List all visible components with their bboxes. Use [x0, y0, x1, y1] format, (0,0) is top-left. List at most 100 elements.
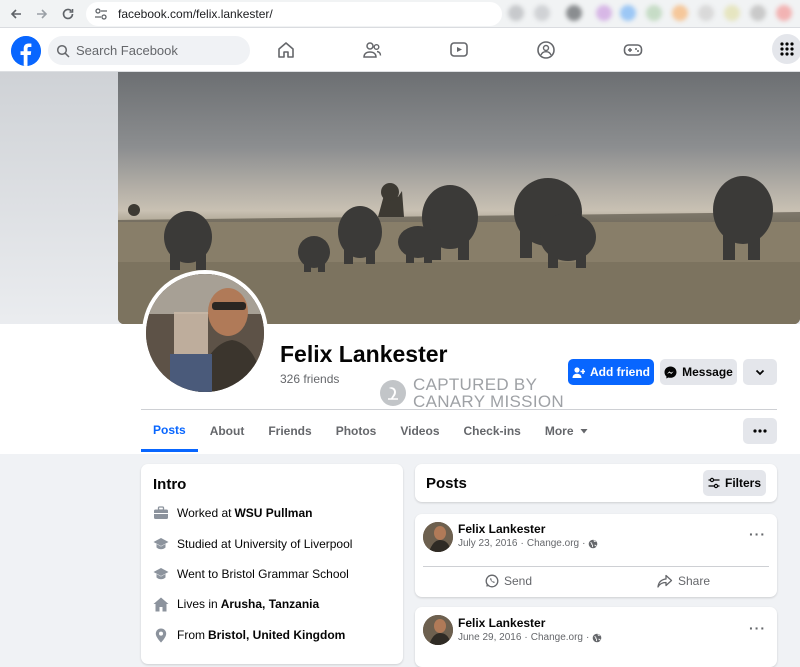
extension-icon[interactable] [596, 5, 612, 21]
post-options-icon[interactable]: ··· [749, 526, 766, 542]
briefcase-icon [153, 505, 169, 521]
posts-title: Posts [426, 475, 467, 492]
avatar[interactable] [146, 274, 264, 392]
profile-name: Felix Lankester [280, 341, 448, 367]
tabs-more-button[interactable] [743, 418, 777, 444]
post-date[interactable]: June 29, 2016 [458, 632, 521, 643]
post-options-icon[interactable]: ··· [749, 620, 766, 636]
post-meta: July 23, 2016 · Change.org · [458, 538, 598, 549]
extension-icon[interactable] [508, 5, 524, 21]
add-person-icon [572, 366, 585, 378]
groups-nav-icon[interactable] [536, 40, 556, 60]
post-meta: June 29, 2016 · Change.org · [458, 632, 602, 643]
extension-icon[interactable] [620, 5, 636, 21]
meta-separator: · [586, 632, 590, 643]
filters-icon [708, 477, 720, 489]
share-button[interactable]: Share [657, 572, 710, 590]
intro-item-from: From Bristol, United Kingdom [153, 627, 345, 643]
address-bar[interactable]: facebook.com/felix.lankester/ [86, 2, 502, 26]
intro-item-highlight[interactable]: Arusha, Tanzania [221, 597, 319, 611]
extension-icon[interactable] [698, 5, 714, 21]
graduation-cap-icon [153, 566, 169, 582]
intro-item-school: Went to Bristol Grammar School [153, 566, 349, 582]
search-input[interactable]: Search Facebook [48, 36, 250, 65]
meta-separator: · [582, 538, 586, 549]
watermark-line-1: CAPTURED BY [413, 375, 538, 394]
intro-item-text: Studied at University of Liverpool [177, 537, 353, 551]
intro-item-university: Studied at University of Liverpool [153, 536, 352, 552]
graduation-cap-icon [153, 536, 169, 552]
watermark: CAPTURED BY CANARY MISSION [379, 376, 564, 410]
tab-photos[interactable]: Photos [324, 410, 389, 452]
filters-label: Filters [724, 476, 761, 490]
send-label: Send [504, 574, 533, 588]
extension-icon[interactable] [750, 5, 766, 21]
url-text: facebook.com/felix.lankester/ [118, 7, 273, 21]
intro-item-prefix: From [177, 628, 205, 642]
back-icon[interactable] [6, 4, 26, 24]
video-nav-icon[interactable] [449, 40, 469, 60]
more-options-button[interactable] [743, 359, 777, 385]
facebook-header: Search Facebook [0, 28, 800, 72]
intro-item-prefix: Worked at [177, 506, 232, 520]
friends-count[interactable]: 326 friends [280, 372, 339, 386]
home-nav-icon[interactable] [276, 40, 296, 60]
location-pin-icon [153, 627, 169, 643]
canary-mission-logo-icon [380, 380, 406, 406]
add-friend-button[interactable]: Add friend [568, 359, 654, 385]
tab-check-ins[interactable]: Check-ins [452, 410, 533, 452]
post-avatar[interactable] [423, 522, 453, 552]
meta-separator: · [524, 632, 528, 643]
intro-item-lives: Lives in Arusha, Tanzania [153, 596, 319, 612]
caret-down-icon [580, 429, 588, 434]
share-icon [657, 574, 673, 588]
tab-videos[interactable]: Videos [388, 410, 451, 452]
extension-icon[interactable] [776, 5, 792, 21]
intro-item-work: Worked at WSU Pullman [153, 505, 312, 521]
post-divider [423, 566, 769, 567]
gaming-nav-icon[interactable] [623, 40, 643, 60]
intro-item-prefix: Lives in [177, 597, 218, 611]
extension-icon[interactable] [646, 5, 662, 21]
profile-tabs: Posts About Friends Photos Videos Check-… [141, 410, 601, 452]
messenger-icon [664, 366, 677, 378]
browser-toolbar: facebook.com/felix.lankester/ [0, 0, 800, 28]
tab-more-label: More [544, 424, 574, 438]
meta-separator: · [520, 538, 524, 549]
ellipsis-icon [753, 429, 767, 433]
forward-icon[interactable] [32, 4, 52, 24]
add-friend-label: Add friend [590, 365, 650, 379]
filters-button[interactable]: Filters [703, 470, 766, 496]
share-label: Share [678, 574, 711, 588]
globe-icon [589, 539, 598, 548]
post-author[interactable]: Felix Lankester [458, 522, 545, 536]
extension-icon[interactable] [534, 5, 550, 21]
intro-item-highlight[interactable]: WSU Pullman [234, 506, 312, 520]
friends-nav-icon[interactable] [362, 40, 382, 60]
tab-friends[interactable]: Friends [256, 410, 323, 452]
post-source: Change.org [530, 632, 583, 643]
tab-posts[interactable]: Posts [141, 410, 198, 452]
facebook-logo-icon[interactable] [11, 36, 41, 66]
site-settings-icon[interactable] [94, 6, 110, 22]
post-author[interactable]: Felix Lankester [458, 616, 545, 630]
send-button[interactable]: Send [485, 572, 532, 590]
message-button[interactable]: Message [660, 359, 737, 385]
intro-item-highlight[interactable]: Bristol, United Kingdom [208, 628, 345, 642]
globe-icon [593, 633, 602, 642]
post-avatar[interactable] [423, 615, 453, 645]
extension-icon[interactable] [566, 5, 582, 21]
post-date[interactable]: July 23, 2016 [458, 538, 518, 549]
tab-about[interactable]: About [198, 410, 257, 452]
posts-header-card: Posts Filters [415, 464, 777, 502]
chevron-down-icon [755, 369, 765, 376]
extension-icon[interactable] [724, 5, 740, 21]
tab-more[interactable]: More [533, 410, 601, 452]
intro-card: Intro Worked at WSU Pullman Studied at U… [141, 464, 403, 664]
reload-icon[interactable] [58, 4, 78, 24]
search-placeholder: Search Facebook [76, 43, 178, 58]
post-card: Felix Lankester June 29, 2016 · Change.o… [415, 607, 777, 667]
extension-icon[interactable] [672, 5, 688, 21]
intro-item-text: Went to Bristol Grammar School [177, 567, 349, 581]
menu-grid-icon[interactable] [772, 34, 800, 64]
